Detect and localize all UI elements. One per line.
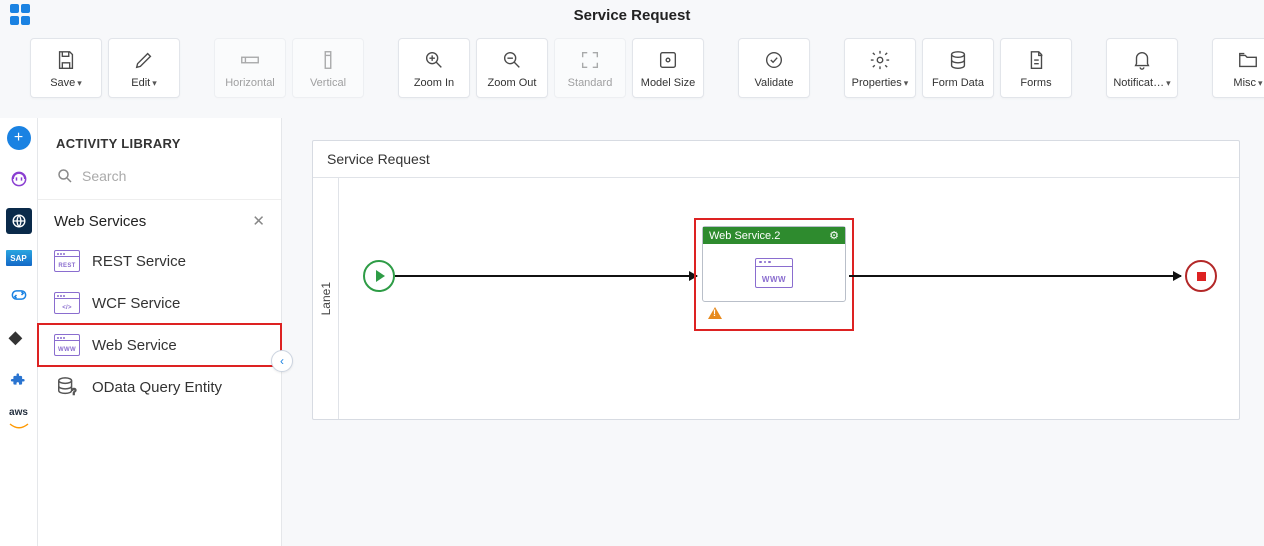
fit-model-button[interactable]: Model Size — [632, 38, 704, 98]
chevron-down-icon: ▾ — [77, 78, 82, 89]
zoom-in-icon — [423, 49, 445, 71]
vertical-button: Vertical — [292, 38, 364, 98]
lib-item-wcf-service[interactable]: </> WCF Service — [38, 282, 281, 324]
ethereum-icon[interactable]: ◆ — [6, 324, 32, 350]
chevron-left-icon: ‹ — [280, 354, 284, 368]
connector-2[interactable] — [849, 275, 1181, 277]
search-icon — [56, 167, 74, 185]
category-header[interactable]: Web Services ✕ — [38, 200, 281, 240]
gear-icon — [869, 49, 891, 71]
support-icon[interactable] — [6, 166, 32, 192]
validate-button[interactable]: Validate — [738, 38, 810, 98]
fit-model-icon — [657, 49, 679, 71]
folder-icon — [1237, 49, 1259, 71]
save-icon — [55, 49, 77, 71]
wcf-service-icon: </> — [54, 292, 80, 314]
validate-icon — [763, 49, 785, 71]
zoom-in-button[interactable]: Zoom In — [398, 38, 470, 98]
rest-service-icon: REST — [54, 250, 80, 272]
play-icon — [376, 270, 385, 282]
database-icon — [947, 49, 969, 71]
process-title: Service Request — [313, 141, 1239, 178]
globe-icon[interactable] — [6, 208, 32, 234]
horizontal-button: Horizontal — [214, 38, 286, 98]
web-service-icon: WWW — [54, 334, 80, 356]
lane-body[interactable]: Web Service.2 ⚙ WWW — [339, 178, 1239, 419]
lib-item-odata-query[interactable]: ? OData Query Entity — [38, 366, 281, 408]
forms-button[interactable]: Forms — [1000, 38, 1072, 98]
search-box[interactable] — [38, 161, 281, 200]
chevron-down-icon: ▾ — [152, 78, 157, 89]
forms-icon — [1025, 49, 1047, 71]
end-event[interactable] — [1185, 260, 1217, 292]
aws-icon[interactable]: aws — [6, 408, 32, 434]
edit-button[interactable]: Edit▾ — [108, 38, 180, 98]
activity-title: Web Service.2 — [709, 230, 780, 242]
activity-web-service-2[interactable]: Web Service.2 ⚙ WWW — [694, 218, 854, 331]
chevron-down-icon: ▾ — [1258, 78, 1263, 89]
sidebar-heading: ACTIVITY LIBRARY — [38, 118, 281, 161]
layout-vertical-icon — [317, 49, 339, 71]
lib-item-web-service[interactable]: WWW Web Service — [38, 324, 281, 366]
zoom-out-button[interactable]: Zoom Out — [476, 38, 548, 98]
stop-icon — [1197, 272, 1206, 281]
misc-button[interactable]: Misc▾ — [1212, 38, 1264, 98]
lane-label[interactable]: Lane1 — [313, 178, 339, 419]
notifications-button[interactable]: Notificat…▾ — [1106, 38, 1178, 98]
page-title: Service Request — [574, 7, 691, 24]
activity-library-panel: ACTIVITY LIBRARY Web Services ✕ REST RES… — [38, 118, 282, 546]
loop-icon[interactable] — [6, 282, 32, 308]
sap-icon[interactable]: SAP — [6, 250, 32, 266]
title-bar: Service Request — [0, 0, 1264, 30]
pool: Lane1 Web Service.2 ⚙ WWW — [313, 178, 1239, 419]
toolbar: Save▾ Edit▾ Horizontal Vertical — [0, 30, 1264, 118]
form-data-button[interactable]: Form Data — [922, 38, 994, 98]
properties-button[interactable]: Properties▾ — [844, 38, 916, 98]
search-input[interactable] — [82, 168, 263, 184]
odata-icon: ? — [54, 376, 80, 398]
svg-text:?: ? — [72, 387, 77, 396]
puzzle-icon[interactable] — [6, 366, 32, 392]
warning-icon[interactable] — [708, 307, 722, 319]
layout-horizontal-icon — [239, 49, 261, 71]
start-event[interactable] — [363, 260, 395, 292]
collapse-sidebar-button[interactable]: ‹ — [271, 350, 293, 372]
canvas-area: Service Request Lane1 Web Service.2 ⚙ — [282, 118, 1264, 546]
edit-icon — [133, 49, 155, 71]
connector-1[interactable] — [395, 275, 697, 277]
chevron-down-icon: ▾ — [1166, 78, 1171, 89]
chevron-down-icon: ▾ — [904, 78, 909, 89]
lib-item-rest-service[interactable]: REST REST Service — [38, 240, 281, 282]
zoom-out-icon — [501, 49, 523, 71]
left-rail: + SAP ◆ aws — [0, 118, 38, 546]
web-service-icon: WWW — [755, 258, 793, 288]
apps-icon[interactable] — [10, 4, 32, 26]
gear-icon[interactable]: ⚙ — [829, 229, 839, 242]
save-button[interactable]: Save▾ — [30, 38, 102, 98]
fit-standard-icon — [579, 49, 601, 71]
add-icon[interactable]: + — [7, 126, 31, 150]
fit-standard-button: Standard — [554, 38, 626, 98]
process-canvas[interactable]: Service Request Lane1 Web Service.2 ⚙ — [312, 140, 1240, 420]
bell-icon — [1131, 49, 1153, 71]
close-icon[interactable]: ✕ — [252, 212, 265, 230]
